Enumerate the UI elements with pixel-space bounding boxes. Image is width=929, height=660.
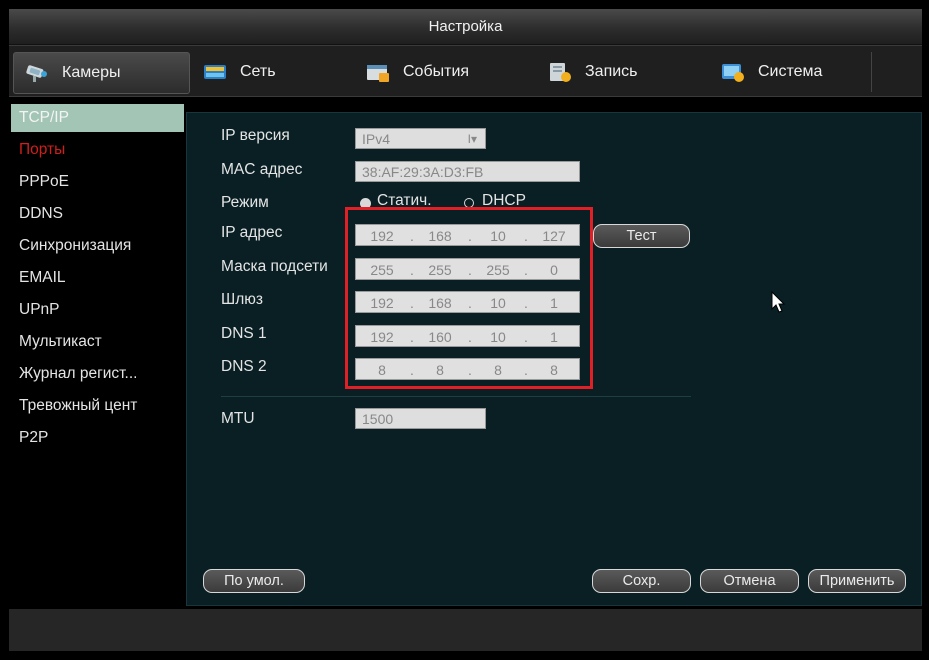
save-button[interactable]: Сохр.	[592, 569, 691, 593]
ip-version-value: IPv4	[362, 131, 391, 147]
ip-address-label: IP адрес	[221, 224, 283, 241]
gateway-label: Шлюз	[221, 291, 263, 308]
tab-label: Сеть	[240, 63, 276, 80]
tab-record[interactable]: Запись	[539, 52, 697, 92]
section-divider	[221, 396, 691, 397]
ip-version-label: IP версия	[221, 127, 290, 144]
subnet-mask-label: Маска подсети	[221, 258, 328, 275]
tab-bar: Камеры Сеть События Запись Система	[9, 45, 922, 97]
menu-item-pppoe[interactable]: PPPoE	[11, 168, 184, 196]
system-icon	[720, 61, 746, 83]
mac-field: 38:AF:29:3A:D3:FB	[355, 161, 580, 182]
tab-label: События	[403, 63, 470, 80]
camera-icon	[24, 62, 50, 84]
tab-events[interactable]: События	[357, 52, 525, 92]
mouse-cursor-icon	[771, 290, 787, 315]
tab-bar-divider	[871, 52, 872, 92]
tab-cameras[interactable]: Камеры	[13, 52, 190, 94]
menu-item-ports[interactable]: Порты	[11, 136, 184, 164]
menu-item-ddns[interactable]: DDNS	[11, 200, 184, 228]
menu-item-register-log[interactable]: Журнал регист...	[11, 360, 184, 388]
ip-version-select[interactable]: IPv4 I▾	[355, 128, 486, 149]
events-icon	[365, 61, 391, 83]
test-button[interactable]: Тест	[593, 224, 690, 248]
dns2-label: DNS 2	[221, 358, 267, 375]
network-icon	[202, 61, 228, 83]
highlight-box	[345, 207, 593, 389]
mac-value: 38:AF:29:3A:D3:FB	[362, 164, 484, 180]
menu-item-upnp[interactable]: UPnP	[11, 296, 184, 324]
mac-label: MAC адрес	[221, 161, 303, 178]
tab-network[interactable]: Сеть	[194, 52, 342, 92]
cancel-button[interactable]: Отмена	[700, 569, 799, 593]
mtu-value: 1500	[362, 411, 394, 427]
tab-label: Система	[758, 63, 823, 80]
menu-item-alarm-center[interactable]: Тревожный цент	[11, 392, 184, 420]
title-bar: Настройка	[9, 9, 922, 45]
apply-button[interactable]: Применить	[808, 569, 906, 593]
dns1-label: DNS 1	[221, 325, 267, 342]
tab-system[interactable]: Система	[712, 52, 870, 92]
tab-label: Запись	[585, 63, 638, 80]
bottom-bar	[9, 609, 922, 651]
mode-label: Режим	[221, 194, 269, 211]
menu-item-email[interactable]: EMAIL	[11, 264, 184, 292]
window-title: Настройка	[428, 18, 503, 35]
default-button[interactable]: По умол.	[203, 569, 305, 593]
menu-item-p2p[interactable]: P2P	[11, 424, 184, 452]
menu-item-tcpip[interactable]: TCP/IP	[11, 104, 184, 132]
menu-item-sync[interactable]: Синхронизация	[11, 232, 184, 260]
mtu-label: MTU	[221, 410, 255, 427]
menu-item-multicast[interactable]: Мультикаст	[11, 328, 184, 356]
tab-label: Камеры	[62, 64, 121, 81]
mtu-field[interactable]: 1500	[355, 408, 486, 429]
record-icon	[547, 61, 573, 83]
chevron-down-icon: I▾	[467, 132, 477, 146]
side-menu: TCP/IP Порты PPPoE DDNS Синхронизация EM…	[9, 97, 189, 609]
